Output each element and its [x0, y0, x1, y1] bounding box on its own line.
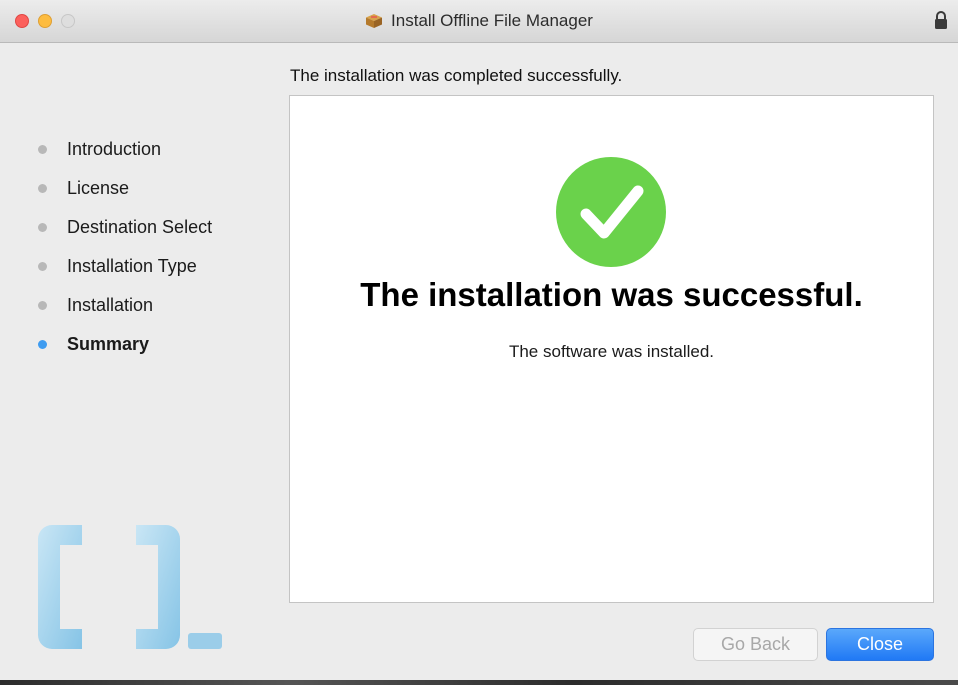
- step-bullet: [38, 184, 47, 193]
- window-title: Install Offline File Manager: [391, 11, 593, 30]
- step-label: Installation Type: [67, 256, 197, 276]
- installer-steps: Introduction License Destination Select …: [38, 130, 212, 364]
- installer-window: Install Offline File Manager The install…: [0, 0, 958, 680]
- step-bullet-active: [38, 340, 47, 349]
- step-item-license: License: [38, 169, 212, 208]
- step-bullet: [38, 262, 47, 271]
- desktop-background-strip: [0, 680, 958, 685]
- step-item-installation-type: Installation Type: [38, 247, 212, 286]
- success-checkmark-icon: [556, 157, 666, 267]
- step-label: License: [67, 178, 130, 198]
- step-label: Introduction: [67, 139, 162, 159]
- step-label: Destination Select: [67, 217, 213, 237]
- step-label: Installation: [67, 295, 154, 315]
- step-item-summary: Summary: [38, 325, 212, 364]
- step-bullet: [38, 145, 47, 154]
- summary-content-panel: The installation was successful. The sof…: [289, 95, 934, 603]
- go-back-button[interactable]: Go Back: [693, 628, 818, 661]
- step-label: Summary: [67, 334, 150, 354]
- package-icon: [366, 14, 383, 28]
- title-bar[interactable]: Install Offline File Manager: [0, 0, 958, 43]
- close-button[interactable]: Close: [826, 628, 934, 661]
- step-item-installation: Installation: [38, 286, 212, 325]
- step-item-destination-select: Destination Select: [38, 208, 212, 247]
- lock-icon: [935, 11, 947, 29]
- window-title-group: Install Offline File Manager: [0, 0, 958, 42]
- brand-logo: [38, 525, 222, 649]
- success-title: The installation was successful.: [360, 276, 863, 313]
- step-item-introduction: Introduction: [38, 130, 212, 169]
- success-message: The software was installed.: [508, 342, 715, 361]
- step-bullet: [38, 301, 47, 310]
- installer-heading: The installation was completed successfu…: [290, 66, 623, 85]
- step-bullet: [38, 223, 47, 232]
